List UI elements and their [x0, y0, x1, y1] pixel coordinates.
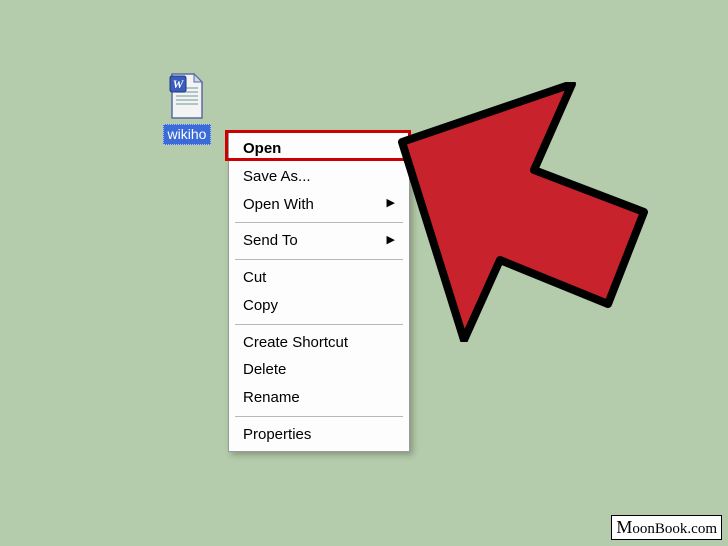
- menu-item-save-as[interactable]: Save As...: [229, 163, 409, 191]
- context-menu: Open Save As... Open With ▶ Send To ▶ Cut Copy C…: [228, 132, 410, 452]
- menu-item-label: Open: [243, 138, 281, 160]
- menu-item-label: Send To: [243, 230, 298, 252]
- menu-item-label: Copy: [243, 295, 278, 317]
- menu-item-copy[interactable]: Copy: [229, 292, 409, 320]
- menu-item-open[interactable]: Open: [229, 135, 409, 163]
- file-label: wikiho: [163, 124, 212, 145]
- menu-item-cut[interactable]: Cut: [229, 264, 409, 292]
- desktop-file[interactable]: W wikiho: [152, 72, 222, 145]
- svg-text:W: W: [173, 77, 185, 91]
- menu-item-label: Properties: [243, 424, 311, 446]
- menu-item-label: Delete: [243, 359, 286, 381]
- menu-item-label: Create Shortcut: [243, 332, 348, 354]
- menu-separator: [235, 259, 403, 260]
- watermark-rest: oonBook.com: [632, 521, 717, 537]
- menu-item-send-to[interactable]: Send To ▶: [229, 227, 409, 255]
- cursor-arrow-icon: [392, 82, 652, 342]
- menu-separator: [235, 416, 403, 417]
- watermark-lead: M: [616, 517, 632, 537]
- watermark: MoonBook.com: [611, 515, 722, 540]
- submenu-arrow-icon: ▶: [387, 196, 395, 212]
- menu-item-label: Save As...: [243, 166, 311, 188]
- menu-item-delete[interactable]: Delete: [229, 356, 409, 384]
- menu-item-create-shortcut[interactable]: Create Shortcut: [229, 329, 409, 357]
- word-doc-icon: W: [168, 72, 206, 120]
- menu-item-label: Open With: [243, 194, 314, 216]
- menu-item-open-with[interactable]: Open With ▶: [229, 191, 409, 219]
- menu-item-rename[interactable]: Rename: [229, 384, 409, 412]
- menu-item-label: Rename: [243, 387, 300, 409]
- menu-separator: [235, 324, 403, 325]
- menu-item-label: Cut: [243, 267, 266, 289]
- menu-item-properties[interactable]: Properties: [229, 421, 409, 449]
- menu-separator: [235, 222, 403, 223]
- submenu-arrow-icon: ▶: [387, 233, 395, 249]
